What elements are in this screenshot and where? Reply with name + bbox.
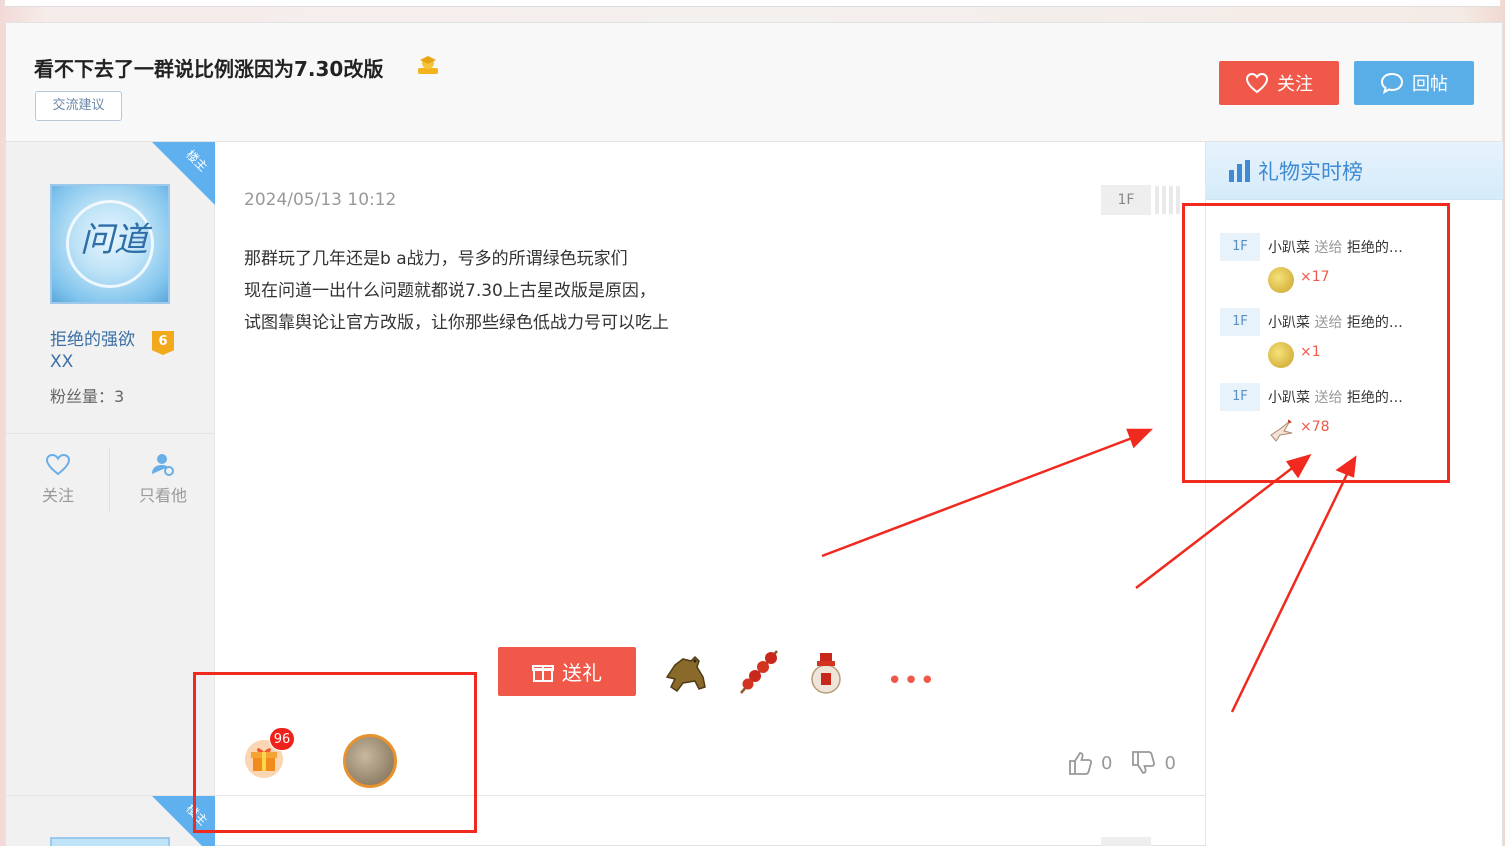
bar-chart-icon: [1229, 160, 1250, 182]
thumbs-up-icon: [1069, 752, 1093, 775]
dislike-button[interactable]: 0: [1130, 750, 1176, 776]
send-gift-label: 送礼: [562, 661, 602, 685]
gift-icon: [532, 664, 554, 682]
reply-label: 回帖: [1412, 74, 1448, 95]
user-eye-icon: [152, 454, 174, 476]
only-author-button[interactable]: 只看他: [111, 452, 215, 506]
more-gifts-button[interactable]: •••: [887, 666, 936, 696]
thread-tag[interactable]: 交流建议: [35, 91, 122, 121]
avatar-glyph: 问道: [80, 220, 148, 260]
sidebar-title: 礼物实时榜: [1258, 160, 1363, 184]
floor-label: [1101, 837, 1151, 846]
avatar[interactable]: [50, 837, 170, 846]
follow-thread-button[interactable]: 关注: [1219, 61, 1339, 105]
post-body: 那群玩了几年还是b a战力，号多的所谓绿色玩家们 现在问道一出什么问题就都说7.…: [244, 243, 669, 339]
thread-header: 看不下去了一群说比例涨因为7.30改版 交流建议 关注 回帖: [6, 23, 1502, 142]
reply-button[interactable]: 回帖: [1354, 61, 1474, 105]
floor-label: 1F: [1101, 185, 1151, 215]
follow-author-label: 关注: [41, 486, 74, 505]
qr-code-icon[interactable]: [1155, 186, 1181, 214]
heart-outline-icon: [45, 453, 71, 476]
post-line: 试图靠舆论让官方改版，让你那些绿色低战力号可以吃上: [244, 313, 669, 333]
annotation-box-gifts: [193, 672, 477, 833]
gift-candied-haws-icon[interactable]: [733, 647, 783, 697]
post-time: 2024/05/13 10:12: [244, 190, 397, 210]
gift-horse-icon[interactable]: [661, 647, 711, 697]
fans-count: 粉丝量：3: [50, 387, 125, 406]
follow-thread-label: 关注: [1277, 74, 1313, 95]
only-author-label: 只看他: [138, 486, 187, 505]
gift-wine-jar-icon[interactable]: [801, 647, 851, 697]
post-line: 那群玩了几年还是b a战力，号多的所谓绿色玩家们: [244, 249, 628, 269]
author-column: 楼主 问道 拒绝的强欲XX 6 粉丝量：3 关注 只看他: [6, 142, 215, 846]
author-name[interactable]: 拒绝的强欲XX: [50, 329, 140, 373]
dislike-count: 0: [1164, 752, 1176, 774]
official-badge-icon: [418, 56, 438, 74]
vote-bar: 0 0: [1067, 750, 1176, 776]
send-gift-button[interactable]: 送礼: [498, 647, 636, 696]
post-line: 现在问道一出什么问题就都说7.30上古星改版是原因，: [244, 281, 656, 301]
like-button[interactable]: 0: [1067, 750, 1112, 776]
thread-title: 看不下去了一群说比例涨因为7.30改版: [34, 57, 384, 81]
top-strip: [5, 0, 1500, 7]
heart-icon: [1245, 72, 1269, 94]
level-badge: 6: [152, 331, 174, 355]
author-actions: 关注 只看他: [6, 433, 215, 523]
avatar[interactable]: 问道: [50, 184, 170, 304]
like-count: 0: [1101, 752, 1113, 774]
follow-author-button[interactable]: 关注: [6, 452, 110, 506]
divider: [109, 448, 110, 512]
annotation-box-ranking: [1182, 203, 1450, 483]
sidebar-header: 礼物实时榜: [1206, 142, 1503, 200]
comment-icon: [1380, 72, 1404, 94]
thumbs-down-icon: [1132, 751, 1156, 774]
